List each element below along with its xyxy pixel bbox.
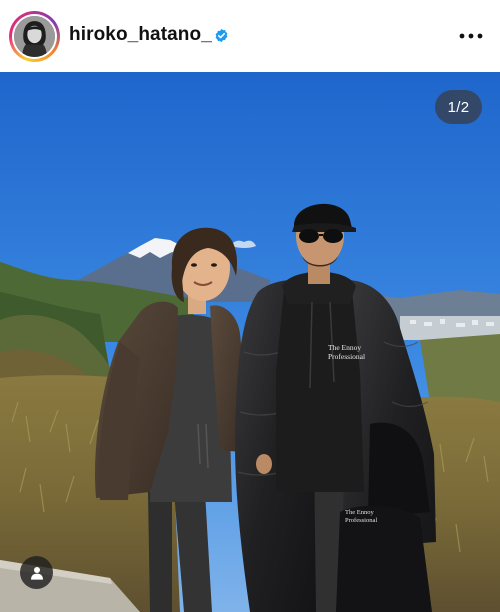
avatar-portrait-icon: [14, 16, 55, 57]
tagged-users-button[interactable]: [20, 556, 53, 589]
post-header: hiroko_hatano_: [0, 0, 500, 72]
story-ring[interactable]: [9, 11, 60, 62]
pants-print: The Ennoy Professional: [345, 509, 378, 524]
more-horizontal-icon[interactable]: [459, 28, 483, 44]
user-icon: [30, 566, 43, 580]
sweatshirt-print: The Ennoy Professional: [328, 343, 366, 361]
username[interactable]: hiroko_hatano_: [69, 24, 212, 46]
carousel-counter: 1/2: [435, 90, 482, 124]
verified-badge-icon: [215, 28, 228, 43]
photo-scene: [0, 72, 500, 612]
post-photo[interactable]: The Ennoy Professional The Ennoy Profess…: [0, 72, 500, 612]
profile-avatar[interactable]: [14, 16, 55, 57]
